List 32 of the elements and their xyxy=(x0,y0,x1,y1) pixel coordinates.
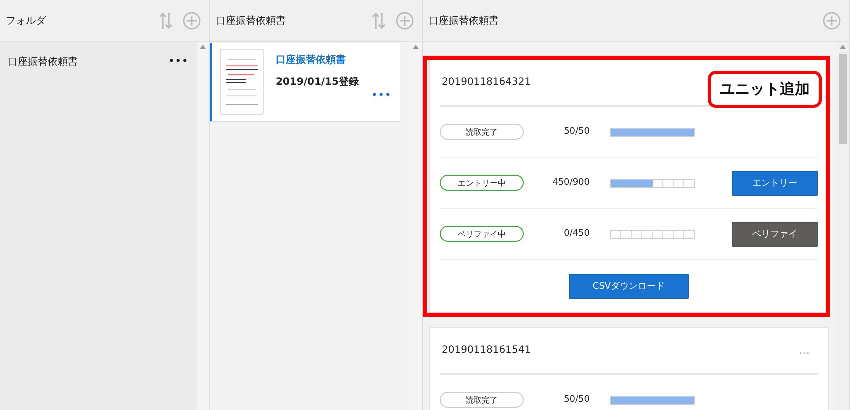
document-title: 口座振替依頼書 xyxy=(276,53,347,67)
progress-count: 50/50 xyxy=(563,395,590,405)
entry-button[interactable]: エントリー xyxy=(732,170,818,196)
folder-name[interactable]: 口座振替依頼書 xyxy=(8,55,169,69)
progress-count: 450/900 xyxy=(552,178,590,188)
scroll-up-icon[interactable] xyxy=(840,45,846,49)
more-icon[interactable]: ••• xyxy=(168,57,189,67)
scroll-up-icon[interactable] xyxy=(413,45,419,49)
column-title: フォルダ xyxy=(6,14,48,28)
progress-count: 50/50 xyxy=(563,127,590,137)
status-badge: ベリファイ中 xyxy=(440,226,524,242)
sort-icon[interactable] xyxy=(372,12,386,30)
unit-id: 20190118161541 xyxy=(442,345,532,356)
add-icon[interactable] xyxy=(823,12,841,30)
unit-id: 20190118164321 xyxy=(442,77,532,88)
column-title: 口座振替依頼書 xyxy=(429,14,500,28)
column-title: 口座振替依頼書 xyxy=(216,14,287,28)
add-icon[interactable] xyxy=(396,12,414,30)
registered-date: 2019/01/15登録 xyxy=(276,76,360,89)
document-card[interactable]: 口座振替依頼書 2019/01/15登録 ••• xyxy=(210,43,400,122)
status-badge: 読取完了 xyxy=(440,392,524,408)
callout-label: ユニット追加 xyxy=(708,71,822,108)
scrollbar-thumb[interactable] xyxy=(839,54,847,144)
scroll-up-icon[interactable] xyxy=(200,45,206,49)
progress-count: 0/450 xyxy=(563,229,590,239)
status-badge: エントリー中 xyxy=(440,175,524,191)
more-icon[interactable]: ••• xyxy=(372,91,392,101)
csv-download-button[interactable]: CSVダウンロード xyxy=(569,274,689,298)
verify-button[interactable]: ベリファイ xyxy=(732,222,818,246)
add-icon[interactable] xyxy=(183,12,201,30)
status-badge: 読取完了 xyxy=(440,124,524,140)
sort-icon[interactable] xyxy=(159,12,173,30)
